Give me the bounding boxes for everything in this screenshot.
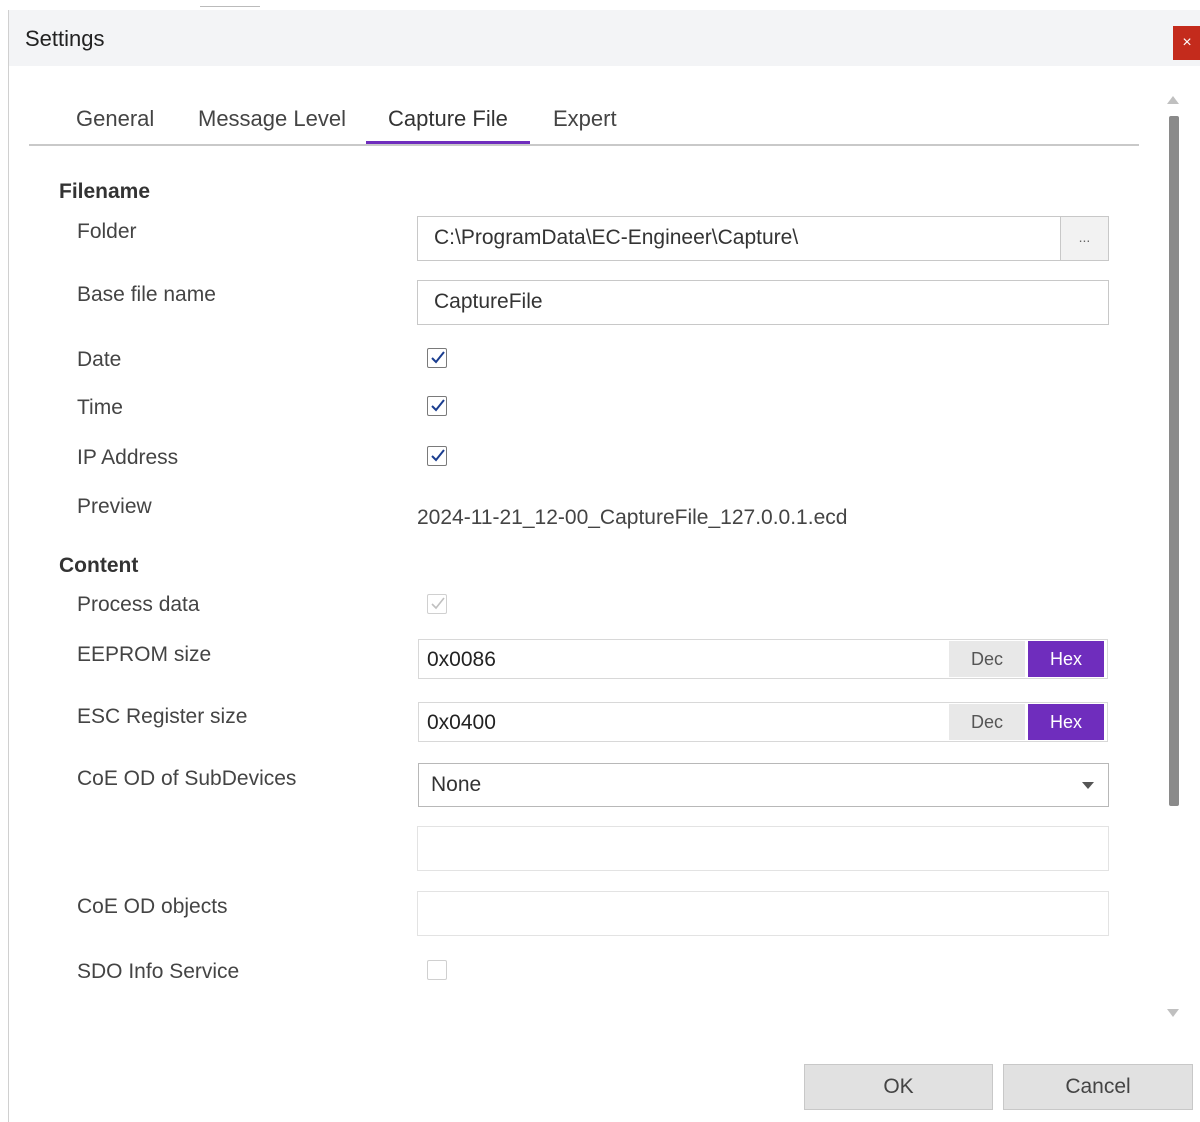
coe-od-objects-input[interactable]	[417, 891, 1109, 936]
coe-od-objects-label: CoE OD objects	[77, 895, 228, 918]
base-file-name-input[interactable]: CaptureFile	[417, 280, 1109, 325]
title-bar: Settings ×	[9, 10, 1200, 66]
coe-od-subdevices-select[interactable]: None	[418, 763, 1109, 807]
background-strip	[0, 0, 1200, 10]
folder-input[interactable]: C:\ProgramData\EC-Engineer\Capture\	[417, 216, 1061, 261]
active-tab-indicator	[366, 141, 530, 144]
chevron-down-icon	[1082, 782, 1094, 789]
eeprom-size-label: EEPROM size	[77, 643, 212, 666]
sdo-info-service-checkbox[interactable]	[427, 960, 447, 980]
ip-address-checkbox[interactable]	[427, 446, 447, 466]
background-window-edge	[200, 0, 260, 7]
eeprom-size-value: 0x0086	[427, 648, 496, 671]
eeprom-hex-button[interactable]: Hex	[1028, 641, 1104, 677]
tab-message-level[interactable]: Message Level	[198, 106, 346, 144]
scroll-down-arrow-icon[interactable]	[1167, 1009, 1179, 1017]
base-file-name-label: Base file name	[77, 283, 216, 306]
coe-od-subdevices-selected: None	[431, 773, 482, 796]
folder-label: Folder	[77, 220, 137, 243]
coe-od-subdevices-extra-input[interactable]	[417, 826, 1109, 871]
sdo-info-service-label: SDO Info Service	[77, 960, 240, 983]
section-filename-heading: Filename	[59, 180, 151, 203]
browse-folder-button[interactable]: ...	[1060, 216, 1109, 261]
time-checkbox[interactable]	[427, 396, 447, 416]
scroll-up-arrow-icon[interactable]	[1167, 96, 1179, 104]
preview-value: 2024-11-21_12-00_CaptureFile_127.0.0.1.e…	[417, 506, 848, 529]
eeprom-dec-button[interactable]: Dec	[949, 641, 1025, 677]
checkmark-icon	[431, 351, 445, 364]
time-label: Time	[77, 396, 123, 419]
tab-capture-file[interactable]: Capture File	[388, 106, 508, 144]
esc-hex-button[interactable]: Hex	[1028, 704, 1104, 740]
ok-button[interactable]: OK	[804, 1064, 993, 1110]
date-label: Date	[77, 348, 122, 371]
process-data-checkbox[interactable]	[427, 594, 447, 614]
cancel-button[interactable]: Cancel	[1003, 1064, 1193, 1110]
esc-register-size-value: 0x0400	[427, 711, 496, 734]
section-content-heading: Content	[59, 554, 139, 577]
process-data-label: Process data	[77, 593, 200, 616]
date-checkbox[interactable]	[427, 348, 447, 368]
eeprom-size-input[interactable]: 0x0086 Dec Hex	[418, 639, 1108, 679]
esc-register-size-label: ESC Register size	[77, 705, 248, 728]
checkmark-icon	[431, 449, 445, 462]
scrollbar-thumb[interactable]	[1169, 116, 1179, 806]
esc-register-size-input[interactable]: 0x0400 Dec Hex	[418, 702, 1108, 742]
settings-dialog: Settings × General Message Level Capture…	[8, 10, 1200, 1122]
dialog-title: Settings	[25, 26, 105, 51]
esc-dec-button[interactable]: Dec	[949, 704, 1025, 740]
checkmark-icon	[431, 399, 445, 412]
checkmark-icon	[431, 597, 445, 610]
tab-bar: General Message Level Capture File Exper…	[29, 100, 1139, 146]
preview-label: Preview	[77, 495, 152, 518]
coe-od-subdevices-label: CoE OD of SubDevices	[77, 767, 297, 790]
tab-general[interactable]: General	[76, 106, 154, 144]
ip-address-label: IP Address	[77, 446, 179, 469]
tab-expert[interactable]: Expert	[553, 106, 617, 144]
close-button[interactable]: ×	[1173, 26, 1200, 60]
